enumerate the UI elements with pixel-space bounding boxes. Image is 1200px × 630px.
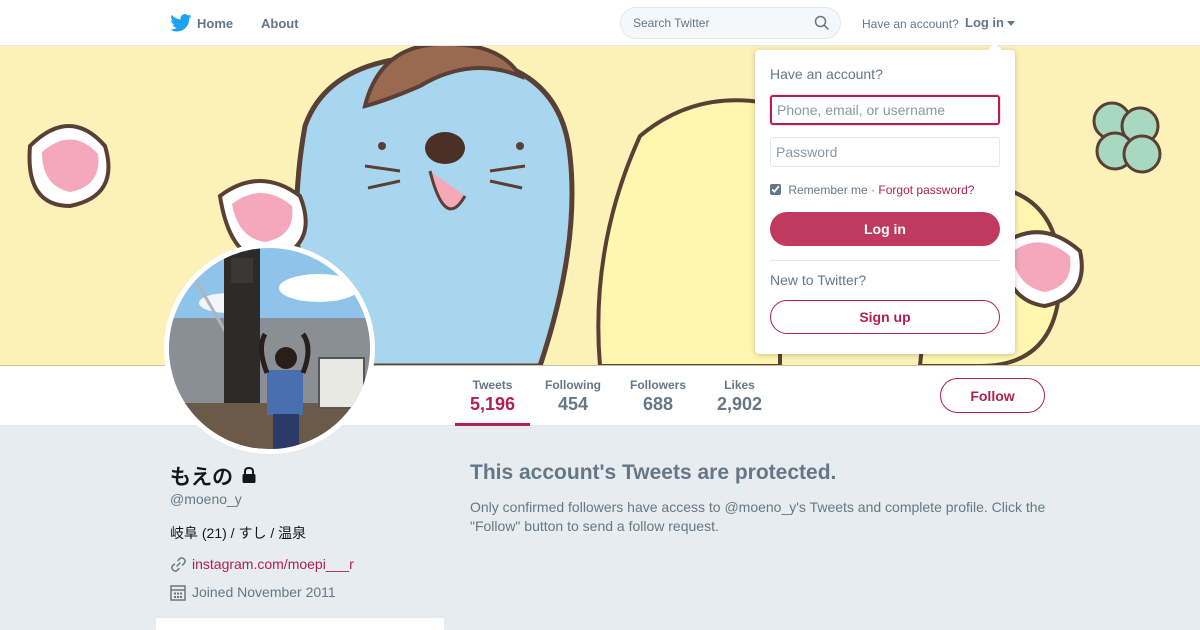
twitter-bird-icon[interactable] xyxy=(170,14,192,32)
protected-body: Only confirmed followers have access to … xyxy=(470,499,1046,534)
protected-title: This account's Tweets are protected. xyxy=(470,461,837,484)
password-field[interactable] xyxy=(770,137,1000,167)
profile-name: もえの xyxy=(170,466,233,489)
stat-tweets[interactable]: Tweets 5,196 xyxy=(470,378,515,415)
stat-label: Following xyxy=(545,378,601,392)
profile-handle[interactable]: @moeno_y xyxy=(170,491,242,507)
remember-row: Remember me · Forgot password? xyxy=(770,183,974,197)
forgot-password-link[interactable]: Forgot password? xyxy=(878,183,974,197)
calendar-icon xyxy=(170,585,186,601)
remember-label[interactable]: Remember me xyxy=(788,183,867,197)
link-icon xyxy=(171,557,186,572)
have-account-label: Have an account? xyxy=(862,17,959,31)
username-field[interactable] xyxy=(770,95,1000,125)
avatar-photo xyxy=(169,248,370,449)
stat-value: 454 xyxy=(557,394,589,414)
nav-about[interactable]: About xyxy=(261,16,299,31)
stat-likes[interactable]: Likes 2,902 xyxy=(717,378,762,415)
search-input[interactable]: Search Twitter xyxy=(620,7,841,39)
stat-value: 688 xyxy=(642,394,674,414)
remember-checkbox[interactable] xyxy=(770,184,781,195)
signup-button[interactable]: Sign up xyxy=(770,300,1000,334)
stat-label: Likes xyxy=(724,378,755,392)
login-button[interactable]: Log in xyxy=(770,212,1000,246)
divider xyxy=(770,260,1000,261)
profile-link[interactable]: instagram.com/moepi___r xyxy=(192,556,354,572)
login-menu-button[interactable]: Log in xyxy=(965,15,1004,30)
profile-bio: 岐阜 (21) / すし / 温泉 xyxy=(170,525,307,541)
login-dropdown: Have an account? Remember me · Forgot pa… xyxy=(755,43,1015,354)
nav-home[interactable]: Home xyxy=(197,16,233,31)
lock-icon xyxy=(242,466,256,483)
dropdown-arrow xyxy=(988,43,1002,50)
dropdown-title: Have an account? xyxy=(770,66,883,82)
search-placeholder: Search Twitter xyxy=(633,16,710,30)
active-tab-indicator xyxy=(455,423,530,426)
joined-date: Joined November 2011 xyxy=(192,584,336,600)
sidebar-card xyxy=(156,618,444,630)
stat-value: 5,196 xyxy=(470,394,516,414)
avatar[interactable] xyxy=(164,243,375,454)
new-to-twitter-label: New to Twitter? xyxy=(770,272,867,288)
separator-dot: · xyxy=(871,183,876,197)
search-icon[interactable] xyxy=(814,15,830,31)
stat-value: 2,902 xyxy=(717,394,763,414)
stat-label: Tweets xyxy=(472,378,513,392)
stat-followers[interactable]: Followers 688 xyxy=(630,378,686,415)
caret-down-icon[interactable] xyxy=(1007,21,1015,26)
stat-following[interactable]: Following 454 xyxy=(545,378,601,415)
stat-label: Followers xyxy=(630,378,687,392)
top-bar: Home About Search Twitter Have an accoun… xyxy=(0,0,1200,46)
follow-button[interactable]: Follow xyxy=(940,378,1045,413)
